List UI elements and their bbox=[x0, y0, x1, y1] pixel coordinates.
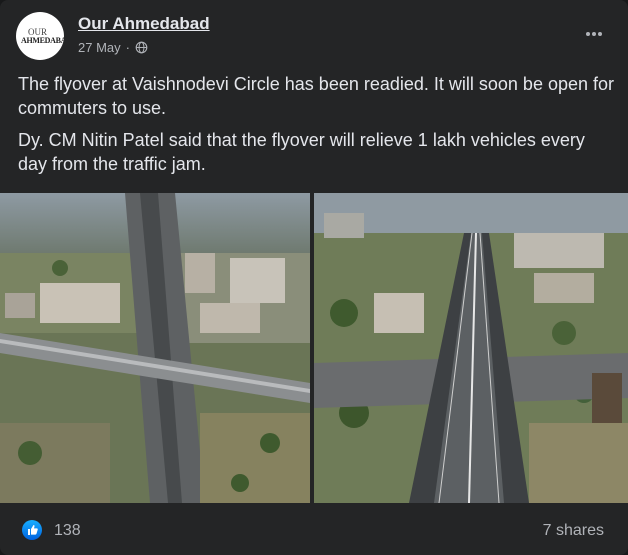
flyover-photo-1[interactable] bbox=[0, 193, 310, 503]
post-paragraph-2: Dy. CM Nitin Patel said that the flyover… bbox=[18, 130, 585, 174]
shares-count[interactable]: 7 shares bbox=[543, 522, 604, 540]
post-header: OUR AHMEDABAD Our Ahmedabad 27 May · bbox=[16, 12, 612, 60]
avatar-logo-line2: AHMEDABAD bbox=[21, 36, 64, 45]
globe-icon bbox=[135, 41, 148, 54]
page-name-link[interactable]: Our Ahmedabad bbox=[78, 14, 210, 34]
post-paragraph-1: The flyover at Vaishnodevi Circle has be… bbox=[18, 74, 615, 118]
post-footer: 138 7 shares bbox=[0, 503, 628, 555]
like-icon[interactable] bbox=[22, 520, 42, 540]
more-dots-icon bbox=[586, 32, 602, 36]
post-card: OUR AHMEDABAD Our Ahmedabad 27 May · The… bbox=[0, 0, 628, 555]
post-text: The flyover at Vaishnodevi Circle has be… bbox=[18, 72, 614, 184]
reaction-count[interactable]: 138 bbox=[54, 522, 81, 540]
flyover-photo-2[interactable] bbox=[314, 193, 628, 503]
meta-separator: · bbox=[125, 40, 130, 55]
post-date[interactable]: 27 May bbox=[78, 40, 121, 55]
page-avatar[interactable]: OUR AHMEDABAD bbox=[16, 12, 64, 60]
more-options-button[interactable] bbox=[576, 16, 612, 52]
photo-grid bbox=[0, 193, 628, 503]
post-meta: 27 May · bbox=[78, 40, 148, 55]
